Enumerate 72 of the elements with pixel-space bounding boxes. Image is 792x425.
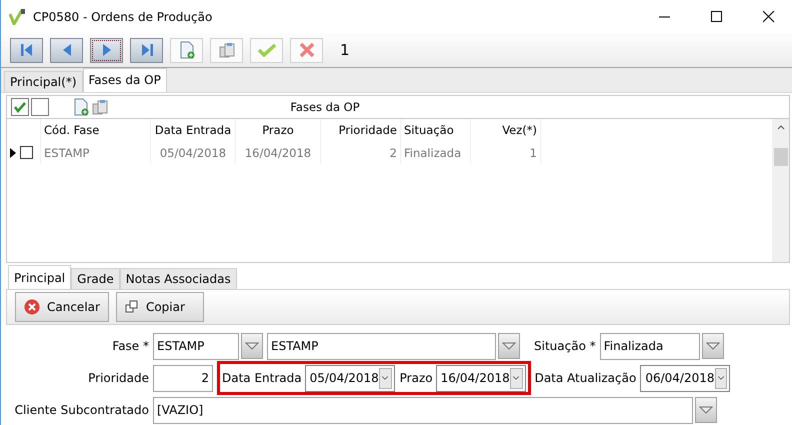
dropdown-button[interactable] [695,397,717,423]
field-label: Situação * [534,339,596,353]
table-cell: Finalizada [401,142,471,164]
copy-icon [124,300,139,314]
column-header: Situação [401,118,471,142]
column-header: Vez(*) [471,118,541,142]
tab[interactable]: Principal(*) [4,70,82,92]
down-triangle-icon [706,342,720,350]
field-label: Prazo [400,371,433,385]
cancel-icon [24,299,40,315]
dropdown-button[interactable] [702,333,724,359]
app-logo-icon [9,9,27,25]
input-field[interactable]: ESTAMP [153,332,239,360]
record-number: 1 [340,41,350,60]
toolbar-button[interactable] [90,38,123,63]
date-field[interactable]: 06/04/2018 [640,364,730,392]
grid-caption: Fases da OP [289,100,361,114]
field-label: Data Entrada [222,371,302,385]
scroll-up-icon[interactable] [776,124,784,130]
maximize-icon[interactable] [711,11,723,23]
date-value: 05/04/2018 [310,371,379,385]
column-header: Cód. Fase [41,118,151,142]
close-icon[interactable] [763,11,775,23]
tab[interactable]: Principal [8,265,72,289]
uncheck-all-icon[interactable] [31,98,49,116]
new-document-icon [178,41,194,60]
window-title: CP0580 - Ordens de Produção [33,10,214,24]
date-value: 16/04/2018 [440,371,510,385]
dropdown-button[interactable] [241,333,263,359]
check-all-icon[interactable] [11,98,29,116]
tab[interactable]: Fases da OP [82,68,167,92]
checkmark-icon [256,43,276,58]
copy-icon [91,98,109,116]
close-icon [298,42,314,58]
input-field[interactable]: 2 [153,364,213,392]
column-header: Data Entrada [151,118,236,142]
field-label: Data Atualização [534,371,636,385]
date-dropdown-button[interactable] [378,368,392,388]
tab[interactable]: Grade [71,268,120,289]
down-triangle-icon [502,342,516,350]
input-field[interactable]: ESTAMP [267,332,496,360]
tab[interactable]: Notas Associadas [120,268,237,289]
table-cell: 1 [471,142,541,164]
down-triangle-icon [245,342,259,350]
cancel-button[interactable]: Cancelar [15,292,109,322]
copy-icon [218,41,236,60]
skip-back-icon [20,43,34,58]
checkbox[interactable] [20,146,33,160]
down-triangle-icon [699,406,713,414]
column-header: Prioridade [321,118,401,142]
date-dropdown-button[interactable] [714,368,728,388]
scrollbar-thumb[interactable] [774,148,788,166]
skip-forward-icon [140,43,154,58]
date-dropdown-button[interactable] [510,368,523,388]
date-field[interactable]: 05/04/2018 [304,364,395,392]
table-cell: 05/04/2018 [151,142,236,164]
field-label: Cliente Subcontratado [14,403,149,417]
input-field[interactable]: Finalizada [600,332,700,360]
dropdown-button[interactable] [498,333,520,359]
input-field[interactable]: [VAZIO] [153,396,693,424]
date-value: 06/04/2018 [645,371,714,385]
field-label: Fase * [111,339,149,353]
date-field[interactable]: 16/04/2018 [436,364,526,392]
triangle-right-icon [102,43,112,58]
field-label: Prioridade [87,371,149,385]
copy-button[interactable]: Copiar [116,292,204,322]
triangle-left-icon [62,43,72,58]
column-header: Prazo [236,118,321,142]
table-cell: 2 [321,142,401,164]
table-cell: 16/04/2018 [236,142,321,164]
table-cell: ESTAMP [41,142,151,164]
scrollbar[interactable] [772,118,789,262]
